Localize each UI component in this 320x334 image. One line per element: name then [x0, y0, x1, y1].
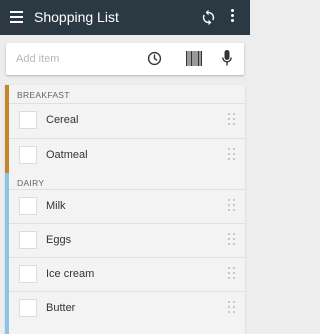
hamburger-menu-icon[interactable] [10, 11, 23, 23]
item-checkbox[interactable] [19, 111, 37, 129]
shopping-list: BREAKFAST Cereal Oatmeal DAIRY Milk Eggs… [5, 85, 245, 334]
item-checkbox[interactable] [19, 231, 37, 249]
item-checkbox[interactable] [19, 265, 37, 283]
drag-handle-icon[interactable] [228, 233, 236, 247]
item-label: Ice cream [46, 268, 95, 280]
section-dairy: DAIRY Milk Eggs Ice cream Butter [5, 173, 245, 334]
list-item[interactable]: Butter [9, 291, 245, 326]
app-bar: Shopping List [0, 0, 250, 35]
drag-handle-icon[interactable] [228, 148, 236, 162]
list-item[interactable]: Eggs [9, 223, 245, 258]
list-item[interactable]: Milk [9, 189, 245, 224]
section-header: BREAKFAST [17, 90, 70, 100]
drag-handle-icon[interactable] [228, 301, 236, 315]
item-checkbox[interactable] [19, 299, 37, 317]
drag-handle-icon[interactable] [228, 267, 236, 281]
item-label: Milk [46, 200, 66, 212]
item-label: Butter [46, 302, 76, 314]
add-item-bar [6, 43, 244, 75]
list-item[interactable]: Ice cream [9, 257, 245, 292]
list-item[interactable]: Cereal [9, 103, 245, 138]
add-item-input[interactable] [16, 51, 136, 67]
app-title: Shopping List [34, 9, 119, 25]
item-label: Eggs [46, 234, 72, 246]
sync-icon[interactable] [200, 9, 217, 26]
mic-icon[interactable] [222, 50, 232, 67]
list-item[interactable]: Oatmeal [9, 138, 245, 173]
section-header: DAIRY [17, 178, 45, 188]
clock-icon[interactable] [147, 51, 162, 66]
item-label: Oatmeal [46, 149, 88, 161]
drag-handle-icon[interactable] [228, 113, 236, 127]
more-vert-icon[interactable] [229, 9, 235, 26]
item-checkbox[interactable] [19, 197, 37, 215]
drag-handle-icon[interactable] [228, 199, 236, 213]
section-breakfast: BREAKFAST Cereal Oatmeal [5, 85, 245, 173]
item-checkbox[interactable] [19, 146, 37, 164]
item-label: Cereal [46, 114, 79, 126]
barcode-icon[interactable] [186, 51, 202, 66]
